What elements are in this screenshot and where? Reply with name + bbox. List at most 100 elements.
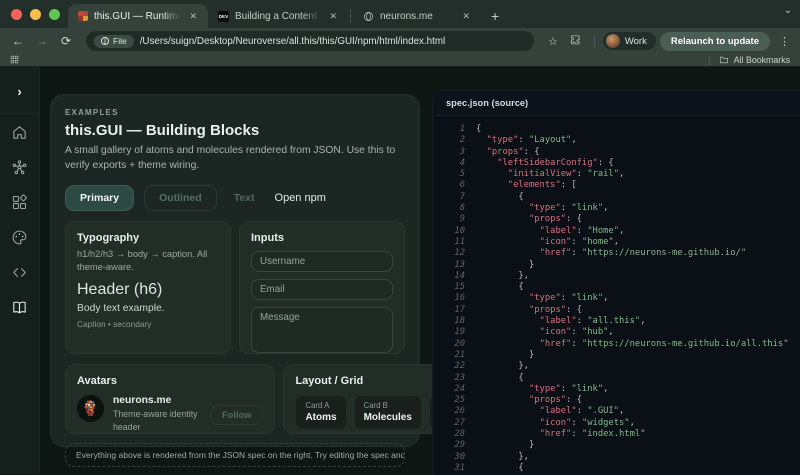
tab-title: this.GUI — Runtime [94,11,180,22]
file-scheme-chip[interactable]: i File [94,35,134,48]
code-line: 30 }, [441,452,800,463]
follow-button[interactable]: Follow [210,405,263,425]
forward-icon[interactable]: → [32,34,52,48]
typography-header-sample: Header (h6) [77,281,219,299]
browser-window: this.GUI — Runtime✕DEVBuilding a Content… [0,0,800,475]
line-content: } [476,440,534,451]
outlined-button[interactable]: Outlined [144,185,217,211]
browser-tab[interactable]: neurons.me ✕ [353,4,481,28]
typography-title: Typography [77,232,219,244]
spec-json-panel: spec.json (source) 1{2 "type": "Layout",… [432,90,800,475]
line-content: { [476,282,524,293]
tab-close-icon[interactable]: ✕ [459,10,473,23]
avatar-row: neurons.me Theme-aware identity header F… [77,395,263,434]
relaunch-to-update-button[interactable]: Relaunch to update [660,32,770,51]
line-content: "icon": "widgets", [476,418,635,429]
line-content: "label": ".GUI", [476,406,624,417]
line-content: "type": "link", [476,293,608,304]
line-content: } [476,260,534,271]
code-line: 1{ [441,124,800,135]
inputs-card: Inputs [239,221,405,354]
message-field[interactable] [251,307,393,353]
code-panel-header: spec.json (source) [433,91,800,116]
all-bookmarks-button[interactable]: All Bookmarks [734,55,790,65]
open-npm-link[interactable]: Open npm [272,185,329,211]
tab-title: neurons.me [380,11,453,22]
page-content: › EXAMPLES this.GUI — Building Blocks A … [0,67,800,474]
chevron-down-icon[interactable]: ⌄ [784,5,792,16]
widgets-icon[interactable] [11,194,28,216]
mini-card-kicker: Card B [364,401,412,410]
code-line: 15 { [441,282,800,293]
button-row: Primary Outlined Text Open npm [65,185,405,211]
browser-menu-icon[interactable]: ⋮ [774,35,792,48]
bookmark-star-icon[interactable]: ☆ [544,35,562,48]
back-icon[interactable]: ← [8,34,28,48]
demo-grid-row2: Avatars [65,364,405,434]
code-line: 5 "initialView": "rail", [441,169,800,180]
code-line: 10 "label": "Home", [441,226,800,237]
browser-tab[interactable]: this.GUI — Runtime ✕ [68,4,208,28]
sidebar-expand-button[interactable]: › [8,79,32,103]
code-line: 26 "label": ".GUI", [441,406,800,417]
line-number: 10 [441,226,465,237]
hub-icon[interactable] [11,159,28,181]
profile-chip[interactable]: Work [603,32,656,50]
page-subtitle: A small gallery of atoms and molecules r… [65,144,417,174]
code-line: 8 "type": "link", [441,203,800,214]
code-panel-title: spec.json (source) [446,98,528,108]
new-tab-button[interactable]: + [481,8,509,28]
typography-caption-sample: Caption • secondary [77,319,219,329]
reload-icon[interactable]: ⟳ [56,34,76,48]
palette-icon[interactable] [11,229,28,251]
line-content: "props": { [476,305,582,316]
line-number: 23 [441,373,465,384]
minimize-window-button[interactable] [30,9,41,20]
home-icon[interactable] [11,124,28,146]
maximize-window-button[interactable] [49,9,60,20]
code-line: 25 "props": { [441,395,800,406]
mini-card-label: Molecules [364,412,412,423]
line-content: "icon": "hub", [476,327,614,338]
text-button[interactable]: Text [227,185,262,211]
code-line: 23 { [441,373,800,384]
line-content: "props": { [476,147,540,158]
examples-eyebrow: EXAMPLES [65,108,405,117]
line-number: 5 [441,169,465,180]
line-number: 18 [441,316,465,327]
tabs: this.GUI — Runtime✕DEVBuilding a Content… [68,0,481,28]
close-window-button[interactable] [11,9,22,20]
neurons-avatar [77,395,104,422]
line-number: 8 [441,203,465,214]
line-content: { [476,124,481,135]
mini-card-label: Atoms [305,412,336,423]
page-title: this.GUI — Building Blocks [65,122,405,139]
line-number: 13 [441,260,465,271]
browser-tab[interactable]: DEVBuilding a Content-First Web✕ [208,4,348,28]
line-content: { [476,373,524,384]
extensions-icon[interactable] [566,34,586,49]
code-line: 18 "label": "all.this", [441,316,800,327]
globe-favicon-icon [363,11,374,22]
line-number: 30 [441,452,465,463]
line-number: 1 [441,124,465,135]
code-line: 17 "props": { [441,305,800,316]
code-line: 7 { [441,192,800,203]
code-line: 3 "props": { [441,147,800,158]
tab-strip: this.GUI — Runtime✕DEVBuilding a Content… [0,0,800,28]
tab-close-icon[interactable]: ✕ [186,10,200,23]
code-line: 19 "icon": "hub", [441,327,800,338]
tab-title: Building a Content-First Web [235,11,320,22]
code-icon[interactable] [11,264,28,286]
book-icon[interactable] [11,299,28,321]
address-bar[interactable]: i File /Users/suign/Desktop/Neuroverse/a… [86,31,534,51]
tab-close-icon[interactable]: ✕ [326,10,340,23]
code-line: 27 "icon": "widgets", [441,418,800,429]
email-field[interactable] [251,279,393,300]
profile-avatar [606,34,620,48]
primary-button[interactable]: Primary [65,185,134,211]
line-number: 22 [441,361,465,372]
code-line: 2 "type": "Layout", [441,135,800,146]
code-editor[interactable]: 1{2 "type": "Layout",3 "props": {4 "left… [433,116,800,474]
username-field[interactable] [251,251,393,272]
